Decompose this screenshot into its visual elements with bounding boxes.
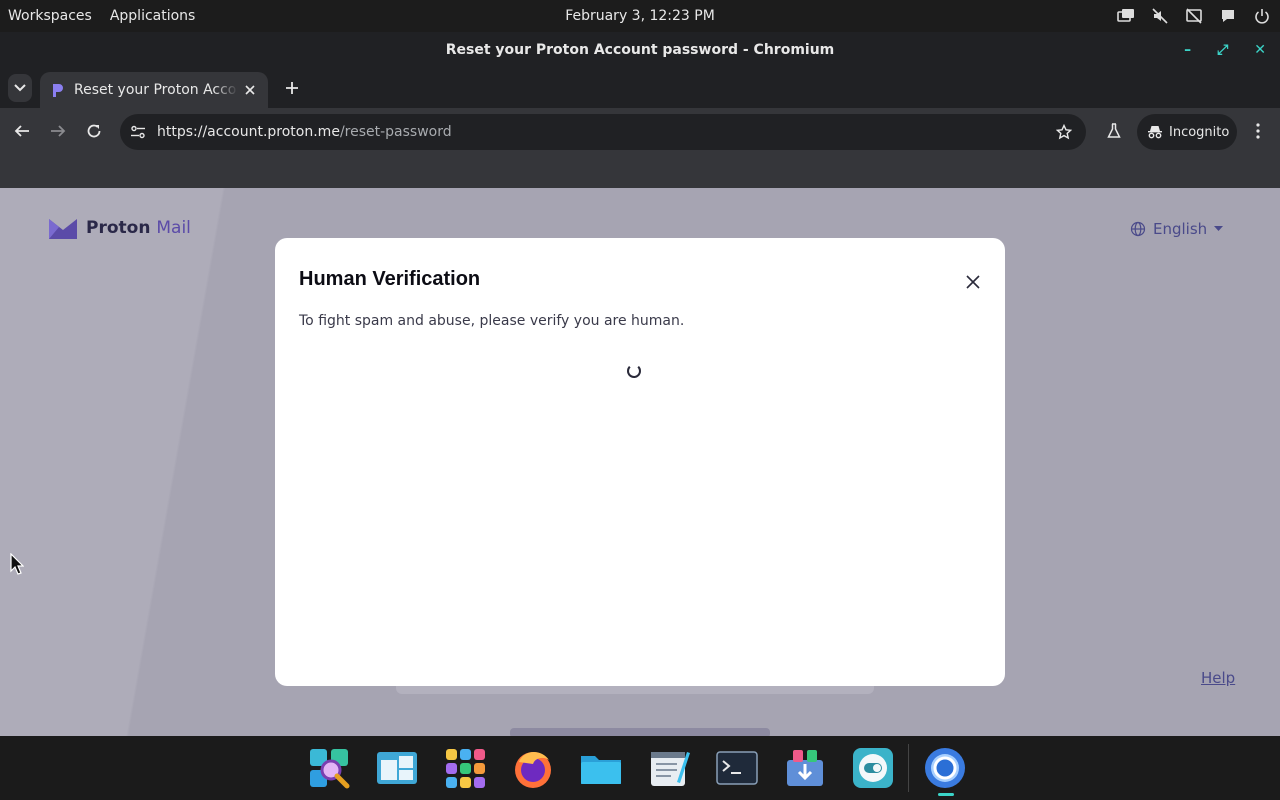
close-icon[interactable]: ✕ <box>1254 42 1266 58</box>
url-path: /reset-password <box>339 124 452 140</box>
bookmark-star-icon[interactable] <box>1052 120 1076 144</box>
footer-logos <box>510 728 770 736</box>
power-icon[interactable] <box>1252 6 1272 26</box>
toggle-settings-icon[interactable] <box>851 746 895 790</box>
no-display-icon[interactable] <box>1184 6 1204 26</box>
app-grid-icon[interactable] <box>443 746 487 790</box>
screens-icon[interactable] <box>1116 6 1136 26</box>
text-editor-icon[interactable] <box>647 746 691 790</box>
language-selector[interactable]: English <box>1130 220 1224 238</box>
browser-toolbar: https://account.proton.me/reset-password… <box>0 108 1280 154</box>
form-card-edge <box>396 686 874 694</box>
arrow-right-icon <box>51 125 66 137</box>
dock-separator <box>908 744 909 792</box>
human-verification-modal: Human Verification To fight spam and abu… <box>275 238 1005 686</box>
forward-button[interactable] <box>46 119 70 143</box>
software-installer-icon[interactable] <box>783 746 827 790</box>
modal-close-button[interactable] <box>961 270 985 294</box>
back-button[interactable] <box>10 119 34 143</box>
reload-button[interactable] <box>82 119 106 143</box>
tab-active[interactable]: Reset your Proton Account password <box>40 72 268 108</box>
arrow-left-icon <box>14 125 29 137</box>
incognito-label: Incognito <box>1169 124 1230 140</box>
tab-close-icon[interactable] <box>242 82 258 98</box>
proton-mail-logo-icon <box>49 219 77 239</box>
mouse-cursor-icon <box>10 553 24 575</box>
kebab-menu-icon <box>1256 123 1260 139</box>
tab-label: Reset your Proton Account password <box>74 82 238 98</box>
applications-menu[interactable]: Applications <box>110 8 196 24</box>
url-text[interactable]: https://account.proton.me/reset-password <box>157 124 1052 140</box>
firefox-icon[interactable] <box>511 746 555 790</box>
plus-icon <box>286 82 298 94</box>
url-host: https://account.proton.me <box>157 124 340 140</box>
window-manager-icon[interactable] <box>375 746 419 790</box>
loading-spinner-icon <box>627 364 641 378</box>
system-tray <box>1116 0 1272 32</box>
brand-product: Mail <box>156 218 191 238</box>
window-title: Reset your Proton Account password - Chr… <box>445 42 835 58</box>
system-top-bar: Workspaces Applications February 3, 12:2… <box>0 0 1280 32</box>
bookmark-bar <box>0 154 1280 188</box>
tab-search-button[interactable] <box>8 74 32 102</box>
search-magnifier-icon[interactable] <box>307 746 351 790</box>
labs-flask-icon[interactable] <box>1102 119 1126 143</box>
proton-mail-logo[interactable]: Proton Mail <box>48 216 191 240</box>
language-label: English <box>1153 220 1208 238</box>
window-title-bar: Reset your Proton Account password - Chr… <box>0 32 1280 68</box>
help-link[interactable]: Help <box>1201 669 1235 687</box>
close-icon <box>966 275 980 289</box>
active-app-indicator <box>938 793 954 796</box>
modal-title: Human Verification <box>299 268 481 290</box>
chromium-icon[interactable] <box>923 746 967 790</box>
chevron-down-icon <box>14 84 26 92</box>
proton-icon <box>53 84 63 97</box>
modal-description: To fight spam and abuse, please verify y… <box>299 313 685 329</box>
caret-down-icon <box>1214 226 1224 231</box>
dock <box>0 736 1280 800</box>
chat-icon[interactable] <box>1218 6 1238 26</box>
tab-strip: Reset your Proton Account password <box>0 68 1280 108</box>
incognito-indicator[interactable]: Incognito <box>1137 114 1237 150</box>
globe-icon <box>1130 221 1146 237</box>
maximize-icon[interactable]: ⤢ <box>1217 42 1228 58</box>
workspaces-menu[interactable]: Workspaces <box>8 8 92 24</box>
address-bar[interactable]: https://account.proton.me/reset-password <box>120 114 1086 150</box>
incognito-icon <box>1148 126 1162 139</box>
files-folder-icon[interactable] <box>579 746 623 790</box>
terminal-icon[interactable] <box>715 746 759 790</box>
minimize-icon[interactable]: – <box>1184 42 1191 58</box>
brand-name: Proton <box>86 218 151 238</box>
site-settings-icon[interactable] <box>128 122 148 142</box>
reload-icon <box>87 124 101 138</box>
mute-icon[interactable] <box>1150 6 1170 26</box>
browser-menu-button[interactable] <box>1248 119 1268 143</box>
new-tab-button[interactable] <box>282 78 302 98</box>
